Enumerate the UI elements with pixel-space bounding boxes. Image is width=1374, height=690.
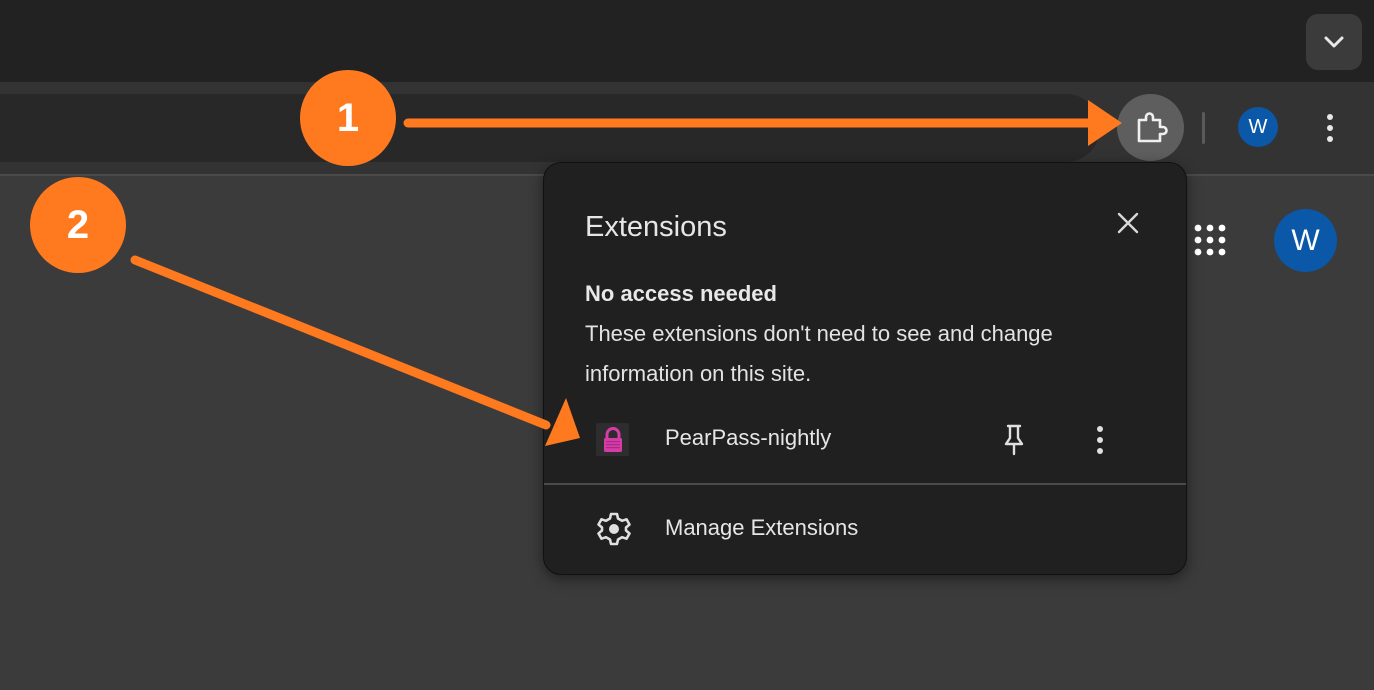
chevron-down-icon <box>1324 36 1344 48</box>
vertical-dots-icon <box>1327 114 1333 142</box>
section-title: No access needed <box>585 281 777 306</box>
vertical-dots-icon <box>1097 426 1103 454</box>
profile-initial: W <box>1248 115 1268 138</box>
step-badge-1: 1 <box>300 70 396 166</box>
apps-launcher-button[interactable] <box>1190 220 1230 260</box>
popup-title: Extensions <box>585 211 727 243</box>
section-description: These extensions don't need to see and c… <box>585 321 1053 386</box>
manage-extensions-button[interactable]: Manage Extensions <box>544 503 1186 555</box>
lock-icon <box>596 423 629 456</box>
tab-search-button[interactable] <box>1306 14 1362 70</box>
pin-extension-button[interactable] <box>996 421 1032 459</box>
profile-avatar-button[interactable]: W <box>1238 107 1278 147</box>
apps-grid-icon <box>1194 224 1226 256</box>
extension-name: PearPass-nightly <box>665 425 832 450</box>
account-initial: W <box>1291 223 1320 257</box>
arrow-2 <box>130 255 580 446</box>
address-bar[interactable] <box>0 94 1100 162</box>
pin-icon <box>1004 424 1024 456</box>
gear-icon <box>597 512 631 546</box>
tab-strip <box>0 0 1374 82</box>
close-icon <box>1117 212 1139 234</box>
manage-extensions-label: Manage Extensions <box>665 515 859 540</box>
puzzle-icon <box>1137 111 1168 142</box>
account-avatar[interactable]: W <box>1274 209 1337 272</box>
extensions-button[interactable] <box>1117 94 1184 161</box>
extension-item-pearpass[interactable]: PearPass-nightly <box>544 411 1186 467</box>
browser-menu-button[interactable] <box>1316 108 1344 148</box>
extensions-popup: Extensions No access needed These extens… <box>543 162 1187 575</box>
step-badge-2: 2 <box>30 177 126 273</box>
toolbar-separator <box>1202 112 1205 144</box>
extension-more-button[interactable] <box>1086 421 1114 459</box>
popup-divider <box>544 483 1186 485</box>
close-button[interactable] <box>1110 205 1146 241</box>
